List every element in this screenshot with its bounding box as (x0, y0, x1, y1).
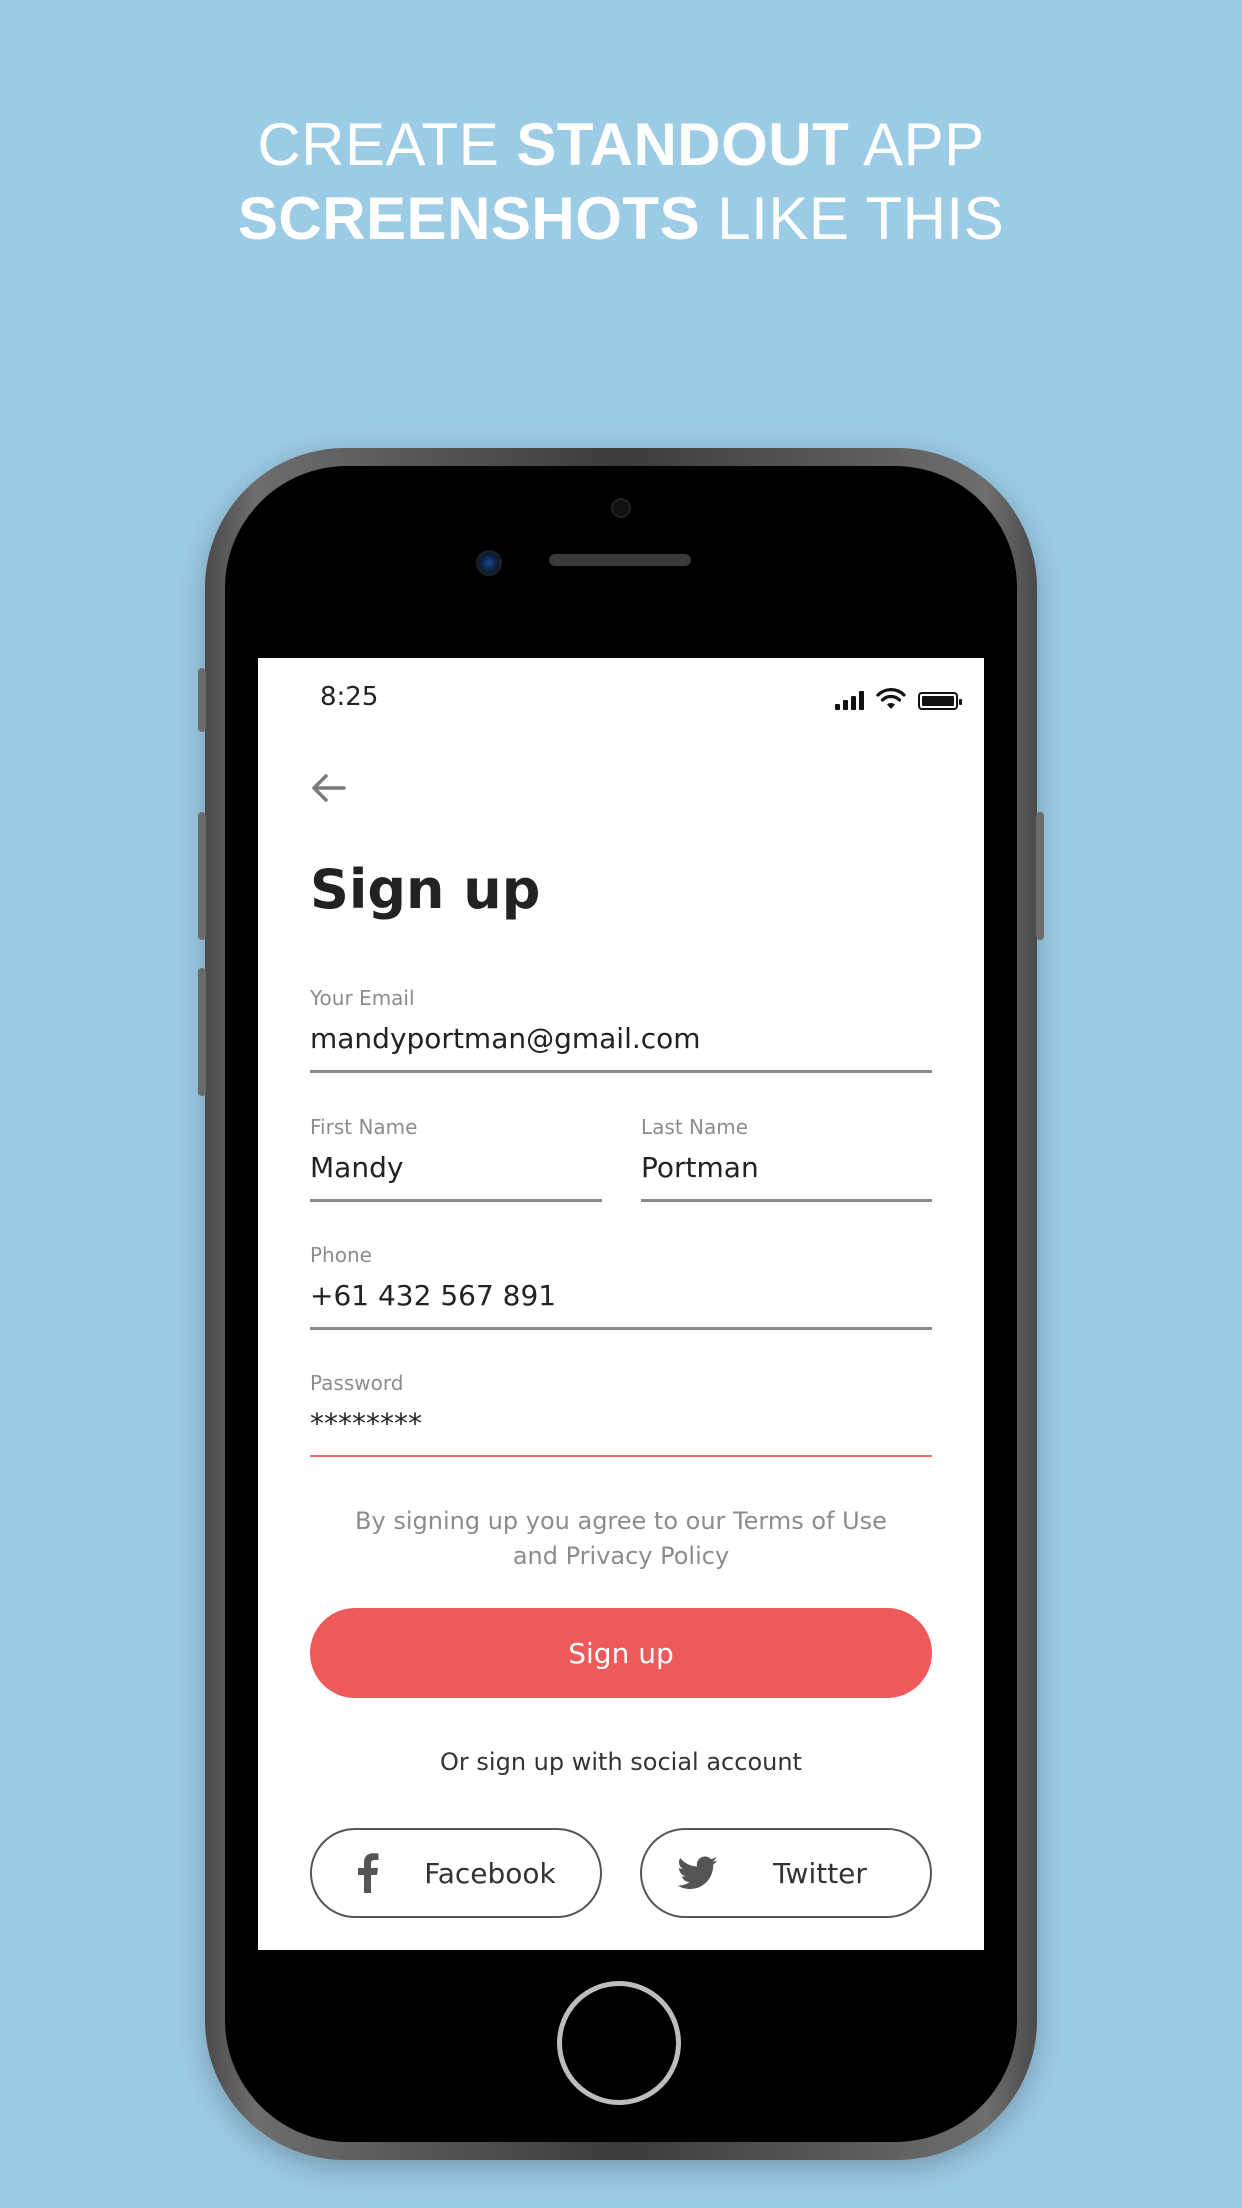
twitter-icon (668, 1856, 728, 1890)
headline-line-2: SCREENSHOTS LIKE THIS (0, 182, 1242, 256)
power-button (1036, 812, 1044, 940)
status-icons (835, 688, 962, 710)
volume-up-button (198, 812, 206, 940)
last-name-label: Last Name (641, 1115, 749, 1139)
password-field[interactable]: Password ******** (310, 1371, 932, 1457)
phone-field[interactable]: Phone +61 432 567 891 (310, 1243, 932, 1330)
email-input[interactable]: mandyportman@gmail.com (310, 1022, 932, 1070)
battery-icon (918, 692, 962, 710)
wifi-icon (876, 688, 906, 709)
last-name-field[interactable]: Last Name Portman (641, 1115, 932, 1202)
home-button[interactable] (557, 1981, 681, 2105)
mute-switch (198, 668, 206, 732)
password-label: Password (310, 1371, 404, 1395)
earpiece-speaker (549, 554, 691, 566)
sign-up-button[interactable]: Sign up (310, 1608, 932, 1698)
headline-line-1: CREATE STANDOUT APP (0, 108, 1242, 182)
terms-text: By signing up you agree to our Terms of … (310, 1504, 932, 1574)
password-input[interactable]: ******** (310, 1407, 932, 1455)
phone-label: Phone (310, 1243, 372, 1267)
email-label: Your Email (310, 986, 415, 1010)
headline-bold-text: SCREENSHOTS (237, 185, 701, 252)
headline-text: LIKE THIS (700, 185, 1005, 252)
headline-text: APP (849, 111, 985, 178)
twitter-label: Twitter (773, 1856, 867, 1890)
first-name-input[interactable]: Mandy (310, 1151, 602, 1199)
facebook-icon (338, 1853, 398, 1893)
signal-icon (835, 690, 864, 710)
back-arrow-icon[interactable] (308, 770, 348, 806)
front-camera (476, 550, 502, 576)
facebook-label: Facebook (424, 1856, 556, 1890)
headline-text: CREATE (257, 111, 517, 178)
twitter-button[interactable]: Twitter (640, 1828, 932, 1918)
page-title: Sign up (310, 858, 541, 921)
social-signup-label: Or sign up with social account (440, 1748, 802, 1776)
first-name-field[interactable]: First Name Mandy (310, 1115, 602, 1202)
terms-line-1: By signing up you agree to our Terms of … (355, 1507, 887, 1535)
app-screen: 8:25 Sign up Your Email mandyportman@gma… (258, 658, 984, 1950)
headline: CREATE STANDOUT APP SCREENSHOTS LIKE THI… (0, 108, 1242, 256)
terms-line-2: and Privacy Policy (512, 1542, 730, 1570)
last-name-input[interactable]: Portman (641, 1151, 932, 1199)
volume-down-button (198, 968, 206, 1096)
headline-bold-text: STANDOUT (516, 111, 850, 178)
email-field[interactable]: Your Email mandyportman@gmail.com (310, 986, 932, 1073)
phone-input[interactable]: +61 432 567 891 (310, 1279, 932, 1327)
first-name-label: First Name (310, 1115, 418, 1139)
status-time: 8:25 (320, 682, 379, 712)
facebook-button[interactable]: Facebook (310, 1828, 602, 1918)
proximity-sensor (611, 498, 631, 518)
